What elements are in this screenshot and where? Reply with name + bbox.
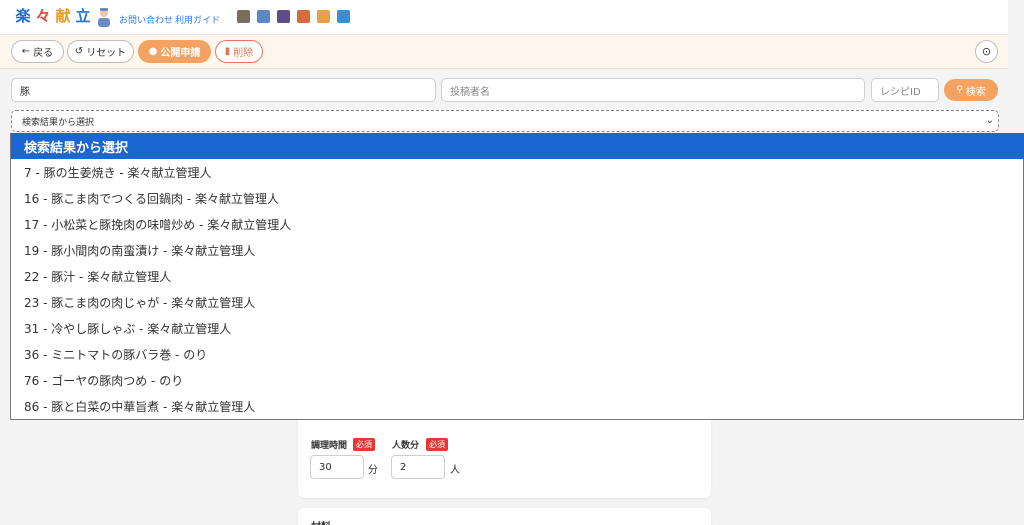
arrow-left-icon: ← <box>21 46 31 57</box>
monitor-icon[interactable] <box>337 10 350 23</box>
dropdown-option[interactable]: 19 - 豚小間肉の南蛮漬け - 楽々献立管理人 <box>11 237 1024 263</box>
dropdown-option[interactable]: 31 - 冷やし豚しゃぶ - 楽々献立管理人 <box>11 315 1024 341</box>
dropdown-option[interactable]: 36 - ミニトマトの豚バラ巻 - のり <box>11 341 1024 367</box>
book-icon[interactable] <box>277 10 290 23</box>
search-button[interactable]: ⚲ 検索 <box>944 79 998 101</box>
action-toolbar: ← 戻る ↺ リセット ● 公開申請 ▮ 削除 ⊙ <box>0 35 1008 69</box>
select-current-value: 検索結果から選択 <box>22 117 95 128</box>
reload-icon: ↺ <box>74 46 84 57</box>
publish-request-button[interactable]: ● 公開申請 <box>138 40 211 63</box>
search-icon: ⚲ <box>956 85 963 95</box>
dropdown-option[interactable]: 22 - 豚汁 - 楽々献立管理人 <box>11 263 1024 289</box>
dropdown-option-placeholder[interactable]: 検索結果から選択 <box>11 133 1024 159</box>
reset-button[interactable]: ↺ リセット <box>67 40 134 63</box>
search-result-dropdown: 検索結果から選択 7 - 豚の生姜焼き - 楽々献立管理人 16 - 豚こま肉で… <box>10 133 1024 420</box>
cook-time-label: 調理時間 <box>311 441 348 451</box>
servings-input[interactable]: 2 <box>391 455 445 479</box>
trash-icon: ▮ <box>224 46 231 57</box>
dropdown-option[interactable]: 17 - 小松菜と豚挽肉の味噌炒め - 楽々献立管理人 <box>11 211 1024 237</box>
recipe-id-input[interactable]: レシピID <box>871 78 939 102</box>
cook-time-input[interactable]: 30 <box>310 455 364 479</box>
dropdown-option[interactable]: 23 - 豚こま肉の肉じゃが - 楽々献立管理人 <box>11 289 1024 315</box>
cook-time-required-badge: 必須 <box>353 438 375 451</box>
reset-label: リセット <box>86 48 127 59</box>
site-logo[interactable]: 楽 々 献 立 <box>14 6 92 26</box>
servings-unit: 人 <box>450 465 460 476</box>
person-icon: ● <box>148 46 158 57</box>
logo-char-2: 々 <box>35 7 51 25</box>
settings-circle-button[interactable]: ⊙ <box>975 40 998 63</box>
servings-label: 人数分 <box>392 441 420 451</box>
dropdown-option[interactable]: 7 - 豚の生姜焼き - 楽々献立管理人 <box>11 159 1024 185</box>
search-label: 検索 <box>965 86 986 98</box>
guide-link[interactable]: 利用ガイド <box>175 13 220 26</box>
dropdown-option[interactable]: 16 - 豚こま肉でつくる回鍋肉 - 楽々献立管理人 <box>11 185 1024 211</box>
logo-char-1: 楽 <box>15 7 31 25</box>
ingredients-title: 材料 <box>311 518 331 525</box>
chevron-down-icon: ⌄ <box>985 115 994 126</box>
cook-icon[interactable] <box>297 10 310 23</box>
logo-char-3: 献 <box>55 7 71 25</box>
calendar-icon[interactable] <box>257 10 270 23</box>
bowl-icon[interactable] <box>237 10 250 23</box>
search-result-select[interactable]: 検索結果から選択 ⌄ <box>11 110 999 132</box>
servings-required-badge: 必須 <box>426 438 448 451</box>
publish-label: 公開申請 <box>160 48 201 59</box>
back-label: 戻る <box>33 48 54 59</box>
gear-icon: ⊙ <box>981 45 992 58</box>
top-header: 楽 々 献 立 お問い合わせ 利用ガイド <box>0 0 1008 35</box>
memo-icon[interactable] <box>317 10 330 23</box>
back-button[interactable]: ← 戻る <box>11 40 64 63</box>
header-icon-group <box>237 10 350 23</box>
contact-link[interactable]: お問い合わせ <box>119 13 173 26</box>
dropdown-option[interactable]: 86 - 豚と白菜の中華旨煮 - 楽々献立管理人 <box>11 393 1024 419</box>
author-search-input[interactable]: 投稿者名 <box>441 78 865 102</box>
keyword-search-input[interactable]: 豚 <box>11 78 436 102</box>
logo-char-4: 立 <box>75 7 91 25</box>
chef-avatar-icon <box>98 8 110 27</box>
delete-label: 削除 <box>233 48 254 59</box>
dropdown-option[interactable]: 76 - ゴーヤの豚肉つめ - のり <box>11 367 1024 393</box>
cook-time-unit: 分 <box>368 465 378 476</box>
ingredients-card <box>298 508 711 525</box>
delete-button[interactable]: ▮ 削除 <box>215 40 263 63</box>
